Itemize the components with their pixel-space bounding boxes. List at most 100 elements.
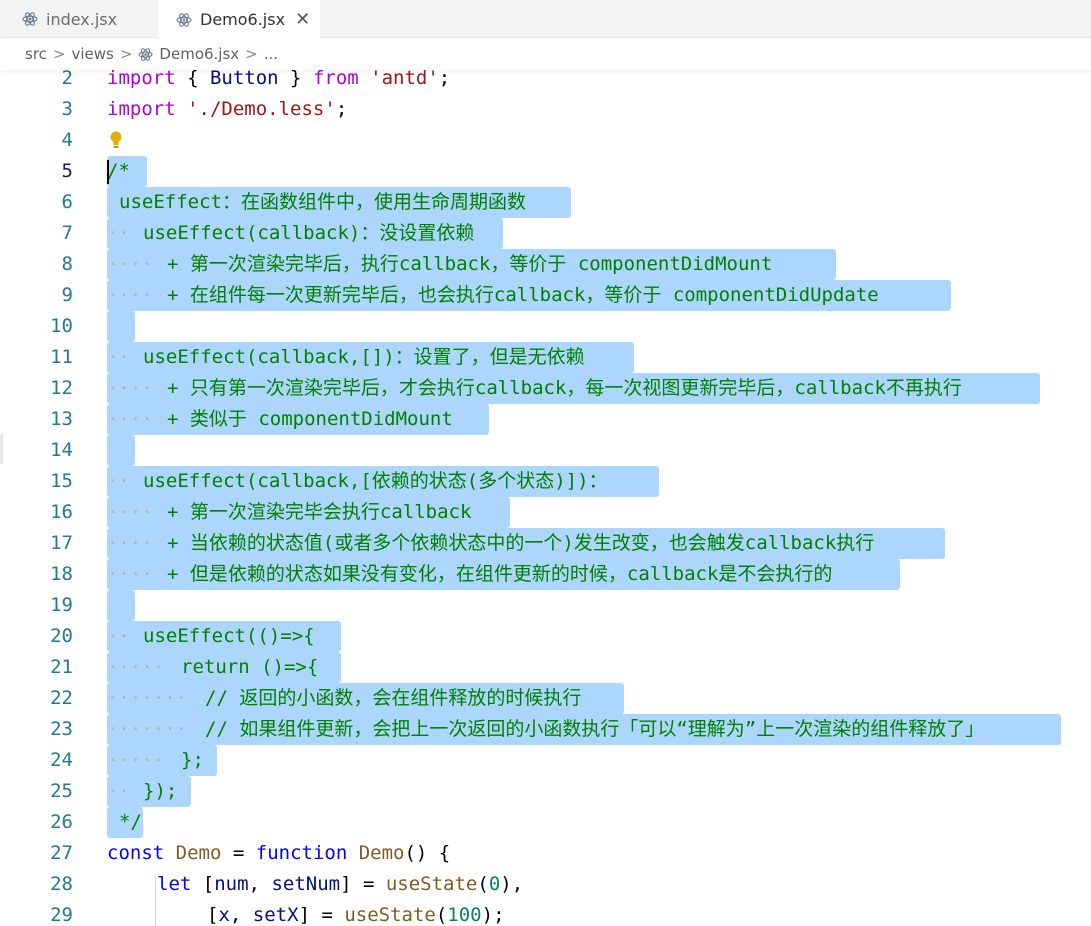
line-number: 24 [50, 749, 73, 771]
code-line: 15 ·· useEffect(callback,[依赖的状态(多个状态)])： [0, 466, 1091, 497]
breadcrumb: src > views > Demo6.jsx > ... [0, 38, 1091, 70]
line-number: 25 [50, 780, 73, 802]
code-line: 13 ···· + 类似于 componentDidMount [0, 404, 1091, 435]
code-line: 23 ······· // 如果组件更新，会把上一次返回的小函数执行「可以“理解… [0, 714, 1091, 745]
whitespace-dots: ···· [107, 408, 153, 430]
whitespace-dots: ···· [107, 501, 153, 523]
text-cursor [107, 160, 109, 184]
code-line: 22 ······· // 返回的小函数，会在组件释放的时候执行 [0, 683, 1091, 714]
whitespace-dots: ······· [107, 687, 188, 709]
code-line: 10 [0, 311, 1091, 342]
breadcrumb-separator: > [119, 45, 133, 63]
line-number: 12 [50, 377, 73, 399]
line-number: 16 [50, 501, 73, 523]
line-number: 10 [50, 315, 73, 337]
code-text: useEffect：在函数组件中，使用生命周期函数 [119, 191, 526, 213]
line-number: 23 [50, 718, 73, 740]
tab-label: Demo6.jsx [200, 10, 286, 29]
code-text: + 只有第一次渲染完毕后，才会执行callback，每一次视图更新完毕后，cal… [167, 377, 962, 399]
line-number: 27 [50, 842, 73, 864]
whitespace-dots: ···· [107, 532, 153, 554]
lightbulb-icon[interactable] [110, 130, 122, 150]
line-number: 4 [61, 129, 73, 151]
tab-bar: index.jsx Demo6.jsx ✕ [0, 0, 1091, 39]
whitespace-dots: ···· [107, 563, 153, 585]
line-number: 19 [50, 594, 73, 616]
code-line: 24 ····· }; [0, 745, 1091, 776]
code-text: + 但是依赖的状态如果没有变化，在组件更新的时候，callback是不会执行的 [167, 563, 833, 585]
code-line: 8 ···· + 第一次渲染完毕后，执行callback，等价于 compone… [0, 249, 1091, 280]
selection-highlight [107, 590, 135, 621]
line-number: 11 [50, 346, 73, 368]
breadcrumb-item-src[interactable]: src [25, 45, 47, 63]
close-icon[interactable]: ✕ [295, 9, 310, 30]
line-number: 22 [50, 687, 73, 709]
code-line: 28 let [num, setNum] = useState(0), [0, 869, 1091, 900]
code-line: 17 ···· + 当依赖的状态值(或者多个依赖状态中的一个)发生改变，也会触发… [0, 528, 1091, 559]
breadcrumb-item-file[interactable]: Demo6.jsx [159, 45, 239, 63]
code-line: 19 [0, 590, 1091, 621]
code-line: 25 ·· }); [0, 776, 1091, 807]
line-number: 14 [50, 439, 73, 461]
whitespace-dots: ·· [107, 625, 130, 647]
code-line: 20 ·· useEffect(()=>{ [0, 621, 1091, 652]
code-editor[interactable]: 2 import { Button } from 'antd'; 3 impor… [0, 70, 1091, 926]
line-number: 20 [50, 625, 73, 647]
line-number: 9 [61, 284, 73, 306]
code-line: 3 import './Demo.less'; [0, 94, 1091, 125]
whitespace-dots: ···· [107, 284, 153, 306]
line-number: 7 [61, 222, 73, 244]
code-line: 12 ···· + 只有第一次渲染完毕后，才会执行callback，每一次视图更… [0, 373, 1091, 404]
whitespace-dots: ·· [107, 346, 130, 368]
code-text: useEffect(()=>{ [143, 625, 315, 647]
code-text: + 在组件每一次更新完毕后，也会执行callback，等价于 component… [167, 284, 879, 306]
code-text: /* [107, 160, 130, 182]
tab-index-jsx[interactable]: index.jsx [22, 0, 158, 38]
code-line: 6 useEffect：在函数组件中，使用生命周期函数 [0, 187, 1091, 218]
code-text: const Demo = function Demo() { [107, 842, 451, 864]
line-number: 3 [61, 98, 73, 120]
code-text: + 当依赖的状态值(或者多个依赖状态中的一个)发生改变，也会触发callback… [167, 532, 875, 554]
whitespace-dots: ······· [107, 718, 188, 740]
selection-highlight [107, 435, 135, 466]
line-number: 15 [50, 470, 73, 492]
line-number: 6 [61, 191, 73, 213]
breadcrumb-item-symbols[interactable]: ... [264, 45, 278, 63]
code-line: 7 ·· useEffect(callback)：没设置依赖 [0, 218, 1091, 249]
line-number: 8 [61, 253, 73, 275]
whitespace-dots: ···· [107, 377, 153, 399]
code-text: import { Button } from 'antd'; [107, 70, 451, 89]
code-text: + 第一次渲染完毕后，执行callback，等价于 componentDidMo… [167, 253, 773, 275]
code-text: useEffect(callback,[])：设置了，但是无依赖 [143, 346, 585, 368]
line-number: 13 [50, 408, 73, 430]
react-icon [176, 12, 192, 27]
code-text: + 类似于 componentDidMount [167, 408, 453, 430]
code-line: 16 ···· + 第一次渲染完毕会执行callback [0, 497, 1091, 528]
line-number: 2 [61, 70, 73, 89]
code-line: 26 */ [0, 807, 1091, 838]
code-line: 21 ····· return ()=>{ [0, 652, 1091, 683]
selection-highlight [107, 311, 135, 342]
whitespace-dots: ·· [107, 470, 130, 492]
code-line: 18 ···· + 但是依赖的状态如果没有变化，在组件更新的时候，callbac… [0, 559, 1091, 590]
breadcrumb-separator: > [245, 45, 258, 63]
tab-demo6-jsx[interactable]: Demo6.jsx ✕ [158, 0, 320, 39]
breadcrumb-item-views[interactable]: views [71, 45, 113, 63]
code-text: import './Demo.less'; [107, 98, 348, 120]
whitespace-dots: ·· [107, 780, 130, 802]
code-text: */ [119, 811, 142, 833]
code-text: + 第一次渲染完毕会执行callback [167, 501, 472, 523]
code-line: 11 ·· useEffect(callback,[])：设置了，但是无依赖 [0, 342, 1091, 373]
code-line: 9 ···· + 在组件每一次更新完毕后，也会执行callback，等价于 co… [0, 280, 1091, 311]
line-number: 21 [50, 656, 73, 678]
code-line: 27 const Demo = function Demo() { [0, 838, 1091, 869]
whitespace-dots: ····· [107, 656, 165, 678]
line-number: 5 [61, 160, 73, 182]
whitespace-dots: ·· [107, 222, 130, 244]
code-line: 5 /* [0, 156, 1091, 187]
code-line: 4 [0, 125, 1091, 156]
line-number: 28 [50, 873, 73, 895]
react-icon [138, 47, 153, 61]
breadcrumb-separator: > [52, 45, 66, 63]
line-number: 17 [50, 532, 73, 554]
